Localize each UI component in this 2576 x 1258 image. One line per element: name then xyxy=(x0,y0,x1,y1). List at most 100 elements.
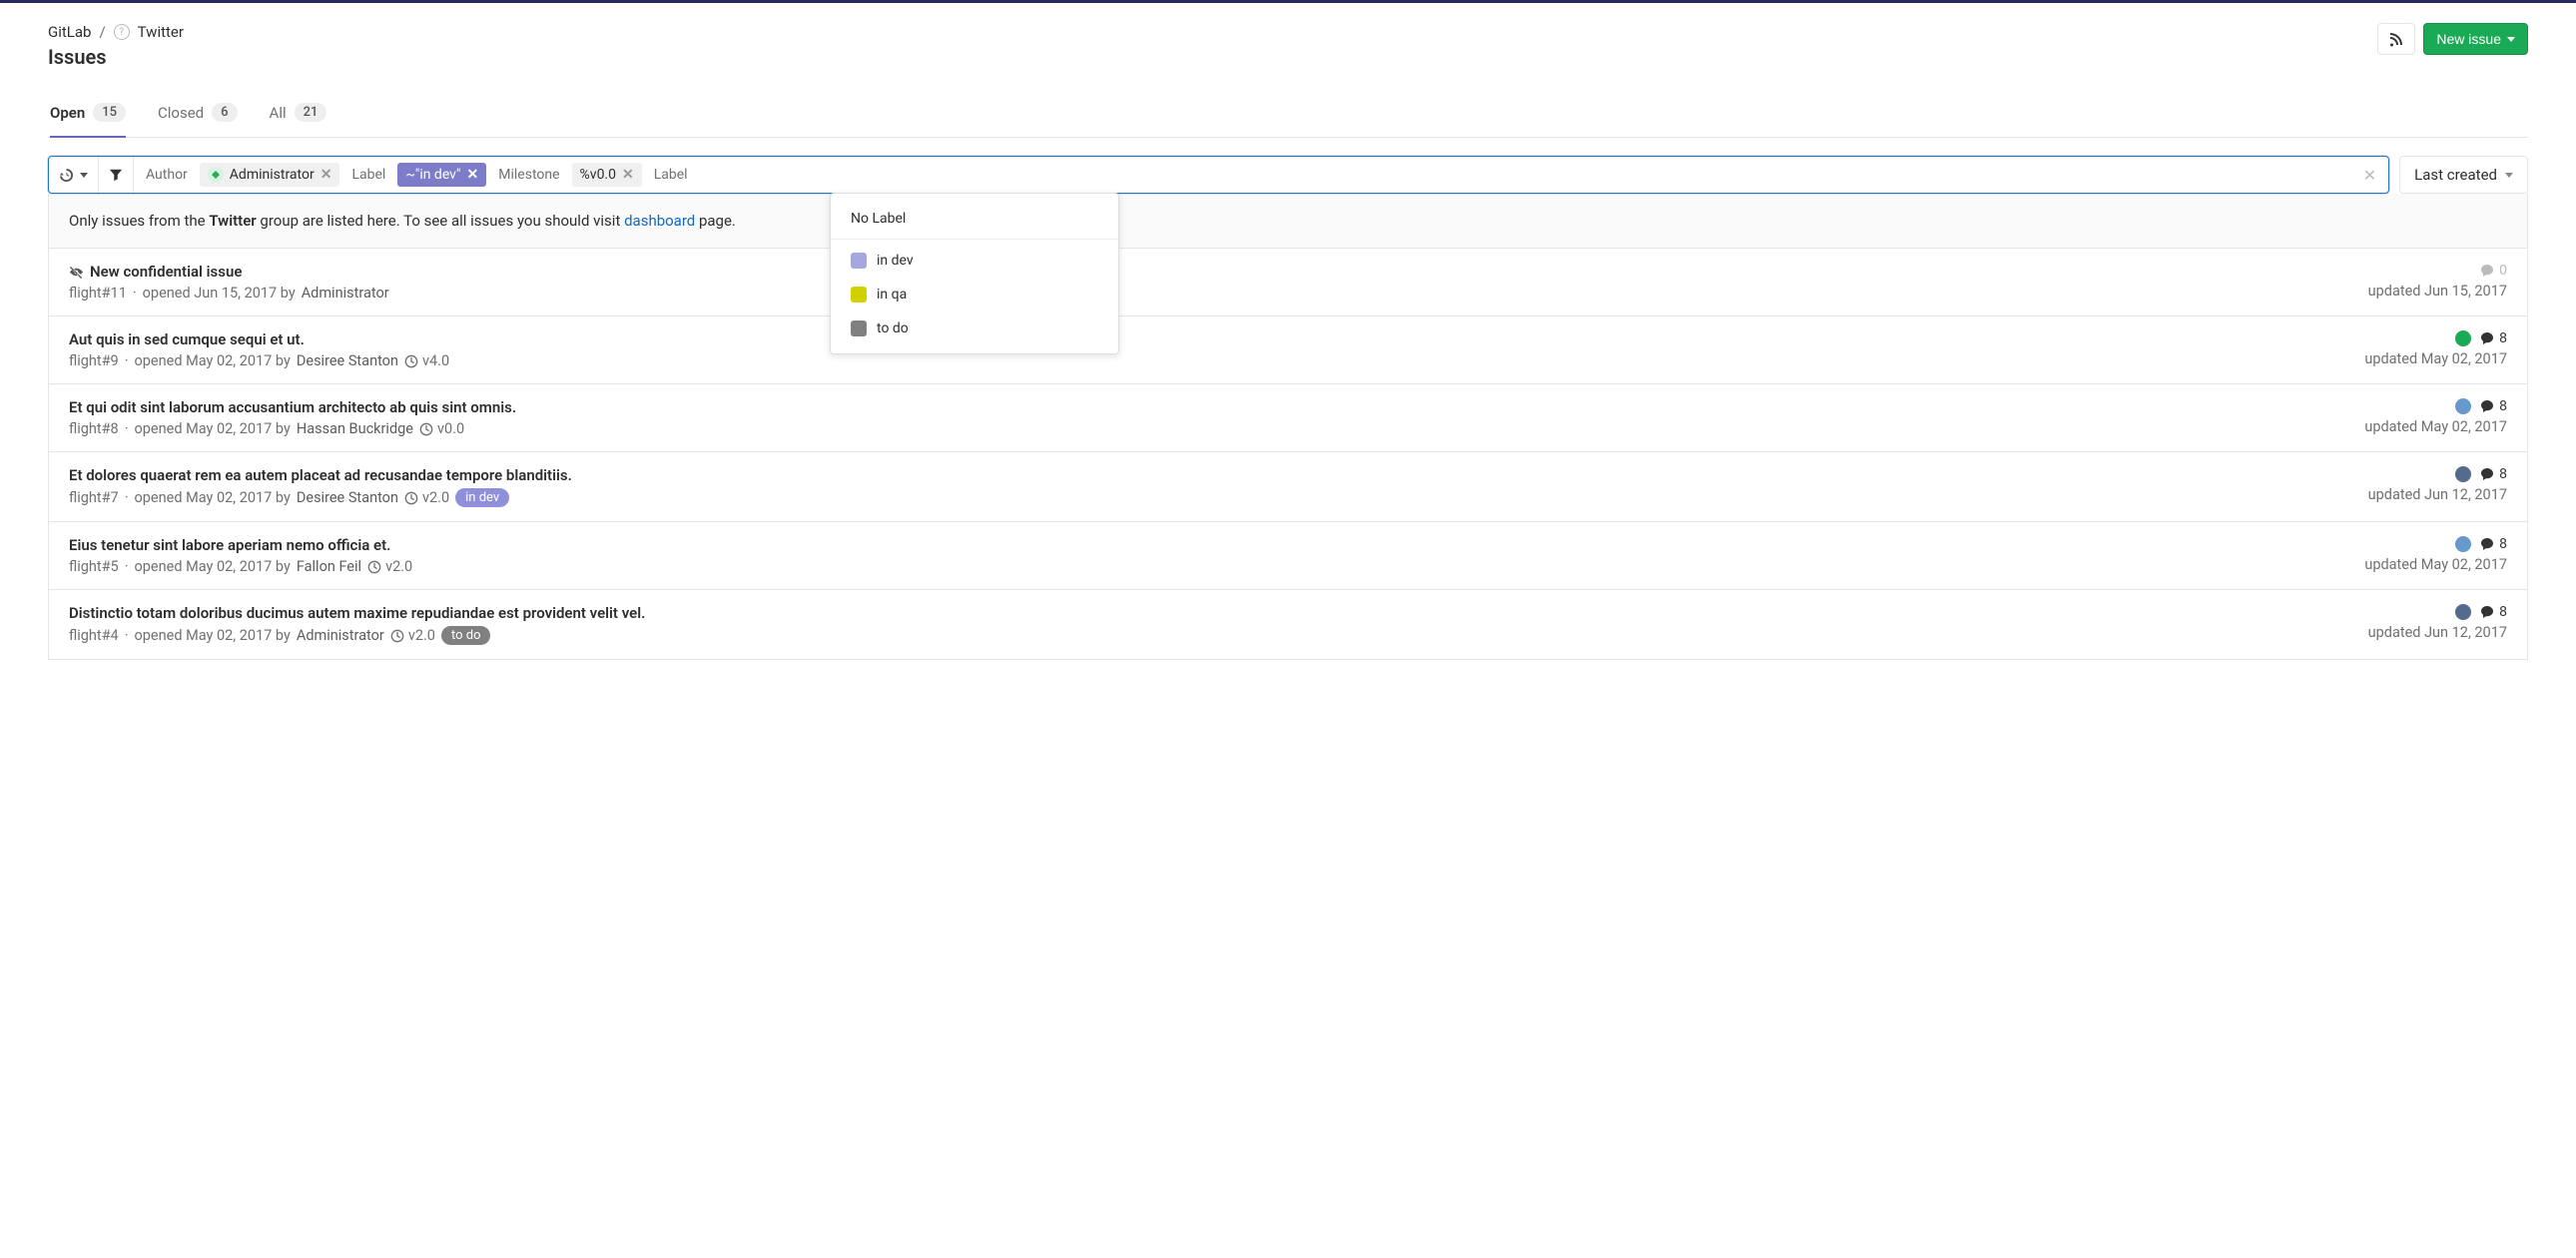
issue-author[interactable]: Administrator xyxy=(302,285,389,302)
comments-count[interactable]: 8 xyxy=(2479,466,2507,482)
assignee-avatar[interactable] xyxy=(2455,330,2471,346)
filter-icon-button[interactable] xyxy=(99,157,134,193)
tab-label: Open xyxy=(50,104,85,122)
filter-bar[interactable]: Author Administrator ✕ Label ~"in dev" ✕… xyxy=(48,156,2389,194)
comments-icon xyxy=(2479,330,2495,346)
comments-count[interactable]: 8 xyxy=(2479,536,2507,552)
comments-count[interactable]: 8 xyxy=(2479,330,2507,346)
issue-milestone[interactable]: v2.0 xyxy=(367,558,412,575)
rss-button[interactable] xyxy=(2377,23,2415,55)
filter-author-label: Author xyxy=(142,163,192,187)
assignee-avatar[interactable] xyxy=(2455,466,2471,482)
clear-filter-button[interactable]: ✕ xyxy=(2351,166,2388,185)
color-swatch xyxy=(851,287,867,303)
issue-updated: updated May 02, 2017 xyxy=(2364,418,2507,435)
issue-author[interactable]: Desiree Stanton xyxy=(297,489,398,506)
label-dropdown: No Label in dev in qa to do xyxy=(830,193,1119,354)
group-scope-banner: Only issues from the Twitter group are l… xyxy=(48,194,2528,249)
dashboard-link[interactable]: dashboard xyxy=(624,212,695,230)
sort-label: Last created xyxy=(2414,166,2497,184)
sort-dropdown[interactable]: Last created xyxy=(2399,156,2528,194)
dropdown-option-label: in qa xyxy=(877,287,907,303)
filter-milestone-label: Milestone xyxy=(494,163,563,187)
issue-list: New confidential issue flight#11 · opene… xyxy=(48,249,2528,660)
filter-tokens[interactable]: Author Administrator ✕ Label ~"in dev" ✕… xyxy=(134,157,2351,193)
issue-row[interactable]: Et dolores quaerat rem ea autem placeat … xyxy=(49,452,2527,522)
assignee-avatar[interactable] xyxy=(2455,398,2471,414)
issue-updated: updated Jun 12, 2017 xyxy=(2368,486,2507,503)
assignee-avatar[interactable] xyxy=(2455,536,2471,552)
issue-title[interactable]: Aut quis in sed cumque sequi et ut. xyxy=(69,330,449,348)
issue-author[interactable]: Hassan Buckridge xyxy=(297,420,413,437)
chevron-down-icon xyxy=(80,173,88,178)
page-title: Issues xyxy=(48,45,184,69)
tab-label: All xyxy=(270,104,287,122)
clock-icon xyxy=(404,354,418,368)
chevron-down-icon xyxy=(2505,173,2513,178)
comments-count[interactable]: 0 xyxy=(2479,263,2507,279)
issue-label-pill[interactable]: in dev xyxy=(455,488,509,507)
issue-title[interactable]: Distinctio totam doloribus ducimus autem… xyxy=(69,604,645,622)
dropdown-option-label: in dev xyxy=(877,253,914,269)
question-icon: ? xyxy=(114,24,130,40)
filter-author-token[interactable]: Administrator ✕ xyxy=(200,163,340,187)
issue-title[interactable]: Et qui odit sint laborum accusantium arc… xyxy=(69,398,516,416)
comments-icon xyxy=(2479,604,2495,620)
issue-row[interactable]: Distinctio totam doloribus ducimus autem… xyxy=(49,590,2527,660)
comments-icon xyxy=(2479,398,2495,414)
issue-author[interactable]: Fallon Feil xyxy=(297,558,361,575)
filter-milestone-token[interactable]: %v0.0 ✕ xyxy=(572,163,642,187)
issue-author[interactable]: Desiree Stanton xyxy=(297,352,398,369)
clock-icon xyxy=(419,422,433,436)
clock-icon xyxy=(367,560,381,574)
close-icon[interactable]: ✕ xyxy=(467,167,479,183)
issue-updated: updated Jun 12, 2017 xyxy=(2368,624,2507,641)
avatar-icon xyxy=(208,167,224,183)
breadcrumb-root[interactable]: GitLab xyxy=(48,23,91,41)
issue-title[interactable]: Et dolores quaerat rem ea autem placeat … xyxy=(69,466,572,484)
issue-row[interactable]: Et qui odit sint laborum accusantium arc… xyxy=(49,384,2527,452)
color-swatch xyxy=(851,320,867,336)
filter-icon xyxy=(109,168,123,182)
tab-all[interactable]: All 21 xyxy=(270,89,327,138)
issue-row[interactable]: Eius tenetur sint labore aperiam nemo of… xyxy=(49,522,2527,590)
tab-count-badge: 6 xyxy=(212,103,237,122)
issue-milestone[interactable]: v0.0 xyxy=(419,420,464,437)
dropdown-no-label[interactable]: No Label xyxy=(831,202,1118,240)
issue-row[interactable]: New confidential issue flight#11 · opene… xyxy=(49,249,2527,316)
issue-author[interactable]: Administrator xyxy=(297,627,384,644)
tab-count-badge: 15 xyxy=(93,103,126,122)
issue-title[interactable]: Eius tenetur sint labore aperiam nemo of… xyxy=(69,536,412,554)
comments-count[interactable]: 8 xyxy=(2479,398,2507,414)
close-icon[interactable]: ✕ xyxy=(622,167,634,183)
new-issue-button[interactable]: New issue xyxy=(2423,23,2528,55)
tab-open[interactable]: Open 15 xyxy=(50,89,126,138)
filter-label-label: Label xyxy=(347,163,389,187)
issue-title[interactable]: New confidential issue xyxy=(69,263,389,281)
breadcrumb-group[interactable]: Twitter xyxy=(138,23,184,41)
issue-updated: updated May 02, 2017 xyxy=(2364,556,2507,573)
filter-history-button[interactable] xyxy=(49,157,99,193)
filter-label2-label: Label xyxy=(650,163,692,187)
issue-label-pill[interactable]: to do xyxy=(441,626,491,645)
issue-milestone[interactable]: v2.0 xyxy=(404,489,449,506)
color-swatch xyxy=(851,253,867,269)
new-issue-label: New issue xyxy=(2436,31,2501,47)
tab-count-badge: 21 xyxy=(295,103,327,122)
dropdown-option-label: to do xyxy=(877,320,909,336)
tab-closed[interactable]: Closed6 xyxy=(158,89,238,138)
comments-count[interactable]: 8 xyxy=(2479,604,2507,620)
assignee-avatar[interactable] xyxy=(2455,604,2471,620)
filter-label-token[interactable]: ~"in dev" ✕ xyxy=(397,163,486,187)
issue-row[interactable]: Aut quis in sed cumque sequi et ut. flig… xyxy=(49,316,2527,384)
dropdown-option[interactable]: in qa xyxy=(831,278,1118,312)
issue-meta: flight#4 · opened May 02, 2017 by Admini… xyxy=(69,626,645,645)
dropdown-option[interactable]: to do xyxy=(831,312,1118,345)
clock-icon xyxy=(390,629,404,643)
clock-icon xyxy=(404,491,418,505)
comments-icon xyxy=(2479,536,2495,552)
dropdown-option[interactable]: in dev xyxy=(831,244,1118,278)
issue-milestone[interactable]: v2.0 xyxy=(390,627,435,644)
close-icon[interactable]: ✕ xyxy=(321,167,332,183)
issue-milestone[interactable]: v4.0 xyxy=(404,352,449,369)
